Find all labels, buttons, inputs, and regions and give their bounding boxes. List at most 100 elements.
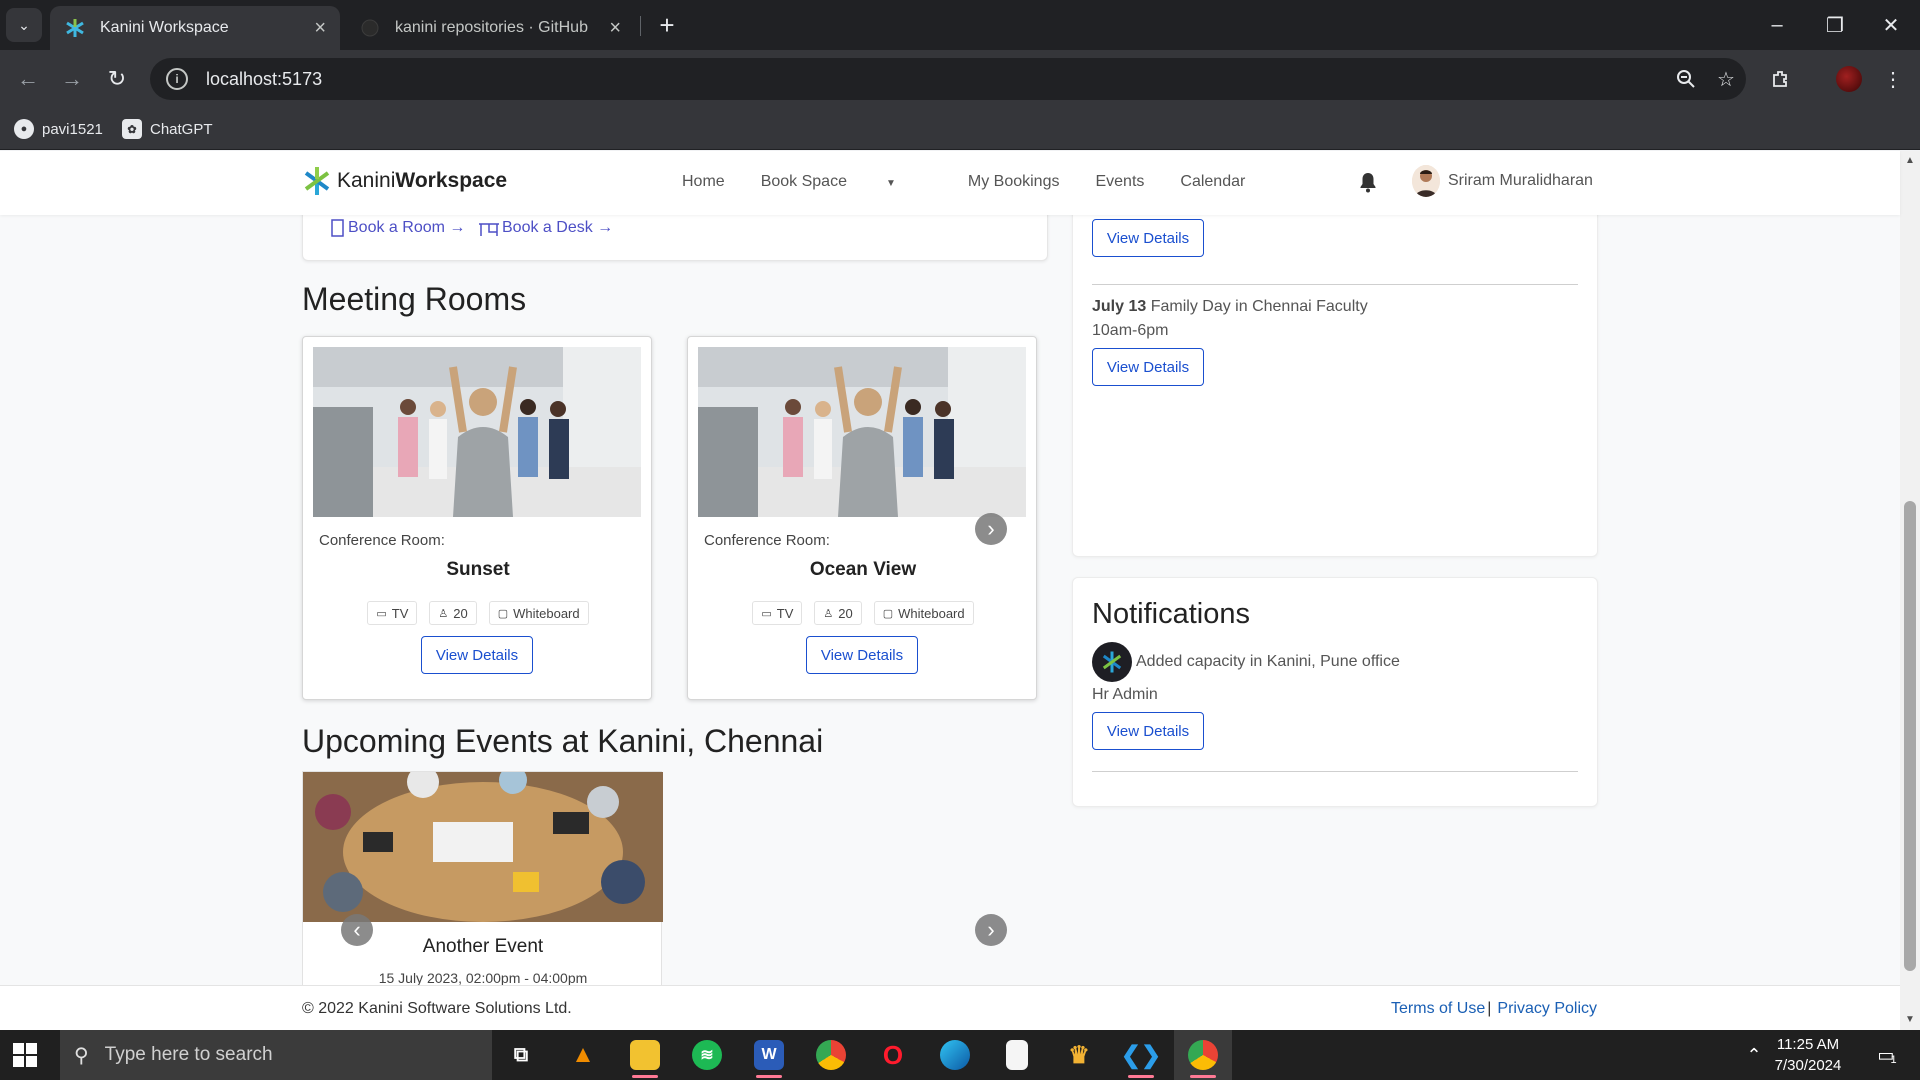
nav-calendar[interactable]: Calendar <box>1180 173 1245 191</box>
restore-window-icon[interactable]: ❐ <box>1806 0 1864 50</box>
chrome-menu-icon[interactable]: ⋮ <box>1877 63 1909 95</box>
notepad-icon[interactable] <box>988 1030 1046 1080</box>
taskbar-search[interactable]: ⚲ Type here to search <box>60 1030 492 1080</box>
kanini-logo-icon <box>1092 642 1132 682</box>
meeting-rooms-heading: Meeting Rooms <box>302 281 527 317</box>
opera-icon[interactable]: O <box>864 1030 922 1080</box>
divider <box>1092 771 1578 772</box>
vscode-icon[interactable]: ❮❯ <box>1112 1030 1170 1080</box>
footer-separator: | <box>1487 1000 1492 1017</box>
bookmark-chatgpt[interactable]: ✿ ChatGPT <box>122 116 213 142</box>
scrollbar-thumb[interactable] <box>1904 501 1916 971</box>
browser-tab-bar: ⌄ Kanini Workspace × kanini repositories… <box>0 0 1920 50</box>
rooms-carousel-next-icon[interactable]: › <box>975 513 1007 545</box>
room-card-sunset: Conference Room: Sunset ▭ TV ♙ 20 ▢ Whitebo… <box>302 336 652 700</box>
amenity-capacity: ♙ 20 <box>814 601 862 625</box>
amenity-capacity: ♙ 20 <box>429 601 477 625</box>
amenity-label: TV <box>391 605 409 621</box>
close-window-icon[interactable]: ✕ <box>1862 0 1920 50</box>
notification-sender: Hr Admin <box>1092 686 1158 703</box>
reload-icon[interactable]: ↻ <box>101 63 133 95</box>
book-room-link[interactable]: Book a Room → <box>330 219 465 237</box>
nav-my-bookings[interactable]: My Bookings <box>968 173 1060 191</box>
desk-icon <box>479 223 499 236</box>
user-menu[interactable]: Sriram Muralidharan <box>1412 165 1593 197</box>
nav-events[interactable]: Events <box>1095 173 1144 191</box>
copyright-text: © 2022 Kanini Software Solutions Ltd. <box>302 1000 572 1017</box>
file-explorer-icon[interactable] <box>616 1030 674 1080</box>
scroll-down-arrow-icon[interactable]: ▼ <box>1904 1014 1916 1026</box>
medal-app-icon[interactable]: ♛ <box>1050 1030 1108 1080</box>
clock-time: 11:25 AM <box>1776 1036 1840 1053</box>
close-tab-icon[interactable]: × <box>609 17 621 40</box>
page-viewport: Kanini Workspace Home Book Space ▼ My Book… <box>0 151 1920 1030</box>
room-type-label: Conference Room: <box>319 532 445 549</box>
bookmark-pavi1521[interactable]: ● pavi1521 <box>14 116 103 142</box>
view-details-button[interactable]: View Details <box>421 636 533 674</box>
close-tab-icon[interactable]: × <box>314 17 326 40</box>
site-info-icon[interactable]: i <box>166 68 188 90</box>
forward-arrow-icon[interactable]: → <box>56 63 88 95</box>
edge-icon[interactable] <box>926 1030 984 1080</box>
events-carousel-next-icon[interactable]: › <box>975 914 1007 946</box>
chatgpt-icon: ✿ <box>122 119 142 139</box>
zoom-icon[interactable] <box>1666 59 1706 99</box>
search-icon: ⚲ <box>74 1044 89 1067</box>
minimize-window-icon[interactable]: – <box>1748 0 1806 50</box>
upcoming-events-heading: Upcoming Events at Kanini, Chennai <box>302 723 824 759</box>
event-time: 10am-6pm <box>1092 322 1169 339</box>
terms-link[interactable]: Terms of Use <box>1391 1000 1485 1017</box>
new-tab-plus-icon[interactable]: + <box>652 10 682 40</box>
tab-github[interactable]: kanini repositories · GitHub × <box>345 6 635 50</box>
scroll-up-arrow-icon[interactable]: ▲ <box>1904 155 1916 167</box>
events-carousel-prev-icon[interactable]: ‹ <box>341 914 373 946</box>
spotify-icon[interactable]: ≋ <box>678 1030 736 1080</box>
monitor-icon: ▭ <box>761 607 772 620</box>
whiteboard-icon: ▢ <box>882 607 894 620</box>
brand-name-bold: Workspace <box>395 169 508 192</box>
url-text[interactable]: localhost:5173 <box>206 69 1666 90</box>
taskbar-search-placeholder: Type here to search <box>104 1044 273 1065</box>
nav-home[interactable]: Home <box>682 173 725 191</box>
clock-date: 7/30/2024 <box>1774 1057 1842 1074</box>
room-photo <box>698 347 1026 517</box>
windows-start-icon[interactable] <box>10 1040 40 1070</box>
view-details-button[interactable]: View Details <box>806 636 918 674</box>
bookmark-star-icon[interactable]: ☆ <box>1706 59 1746 99</box>
book-desk-link[interactable]: Book a Desk → <box>478 219 613 237</box>
door-icon <box>331 219 344 237</box>
address-bar[interactable]: i localhost:5173 ☆ <box>150 58 1746 100</box>
notification-message: Added capacity in Kanini, Pune office <box>1136 653 1400 670</box>
bookmarks-bar: ● pavi1521 ✿ ChatGPT <box>0 108 1920 150</box>
view-details-button[interactable]: View Details <box>1092 348 1204 386</box>
tab-kanini-workspace[interactable]: Kanini Workspace × <box>50 6 340 50</box>
nav-book-space[interactable]: Book Space ▼ <box>761 173 932 191</box>
book-desk-label: Book a Desk → <box>502 219 614 236</box>
page-scrollbar[interactable]: ▲ ▼ <box>1900 151 1920 1030</box>
divider <box>1092 284 1578 285</box>
event-summary: July 13 Family Day in Chennai Faculty <box>1092 298 1368 316</box>
profile-avatar-icon[interactable] <box>1836 66 1862 92</box>
amenity-whiteboard: ▢ Whiteboard <box>488 601 589 625</box>
word-icon[interactable]: W <box>740 1030 798 1080</box>
tab-search-button[interactable]: ⌄ <box>6 8 42 42</box>
view-details-button[interactable]: View Details <box>1092 219 1204 257</box>
taskbar-clock[interactable]: 11:25 AM 7/30/2024 <box>1760 1034 1856 1076</box>
task-view-icon[interactable]: ⧉ <box>492 1030 550 1080</box>
brand-logo[interactable]: Kanini Workspace <box>303 165 507 197</box>
privacy-link[interactable]: Privacy Policy <box>1497 1000 1597 1017</box>
tab-separator <box>640 16 641 36</box>
amenities-row: ▭ TV ♙ 20 ▢ Whiteboard <box>303 601 653 625</box>
amenity-label: 20 <box>453 605 468 621</box>
extensions-icon[interactable] <box>1765 63 1797 95</box>
notification-item: Added capacity in Kanini, Pune office <box>1092 642 1400 682</box>
chrome-icon[interactable] <box>802 1030 860 1080</box>
bell-icon[interactable] <box>1358 171 1378 193</box>
vlc-icon[interactable]: ▲ <box>554 1030 612 1080</box>
book-room-label: Book a Room → <box>348 219 466 236</box>
chrome-active-icon[interactable] <box>1174 1030 1232 1080</box>
whiteboard-icon: ▢ <box>497 607 509 620</box>
back-arrow-icon[interactable]: ← <box>12 63 44 95</box>
action-center-icon[interactable]: ▭ 1 <box>1864 1030 1910 1080</box>
view-details-button[interactable]: View Details <box>1092 712 1204 750</box>
